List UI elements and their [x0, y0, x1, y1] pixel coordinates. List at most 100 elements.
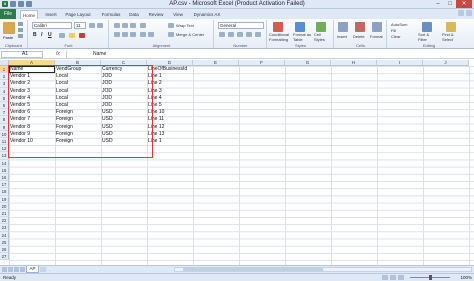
page-break-view-icon[interactable] — [398, 275, 404, 280]
insert-sheet-icon[interactable] — [40, 267, 46, 272]
tab-formulas[interactable]: Formulas — [98, 10, 124, 19]
row-header[interactable]: 20 — [0, 202, 9, 210]
borders-icon[interactable] — [59, 33, 65, 38]
cell-styles-button[interactable]: Cell Styles — [314, 32, 330, 42]
insert-button[interactable]: Insert — [337, 34, 347, 39]
next-sheet-icon[interactable] — [14, 267, 19, 272]
align-middle-icon[interactable] — [122, 23, 128, 28]
row-header[interactable]: 25 — [0, 238, 9, 246]
sort-filter-icon[interactable] — [422, 22, 432, 32]
row-header[interactable]: 15 — [0, 166, 9, 174]
zoom-level[interactable]: 100% — [460, 275, 472, 280]
worksheet[interactable]: ABCDEFGHIJ 1 2 3 4 5 6 7 8 9 10 11 12 13 14 15 16 17 18 19… — [0, 60, 474, 265]
name-box[interactable]: A1 — [1, 51, 43, 58]
italic-button[interactable]: I — [41, 32, 42, 38]
tab-data[interactable]: Data — [126, 10, 142, 19]
row-header[interactable]: 16 — [0, 174, 9, 182]
cell-styles-icon[interactable] — [316, 22, 326, 32]
conditional-formatting-button[interactable]: Conditional Formatting — [269, 32, 291, 42]
tab-page-layout[interactable]: Page Layout — [62, 10, 94, 19]
row-header[interactable]: 27 — [0, 253, 9, 261]
prev-sheet-icon[interactable] — [8, 267, 13, 272]
bold-button[interactable]: B — [33, 32, 37, 38]
increase-decimal-icon[interactable] — [246, 32, 252, 37]
conditional-formatting-icon[interactable] — [273, 22, 283, 32]
clear-button[interactable]: Clear — [391, 34, 401, 39]
autosum-button[interactable]: AutoSum — [391, 22, 407, 27]
merge-center-button[interactable]: Merge & Center — [176, 32, 204, 37]
cut-icon[interactable] — [18, 22, 23, 26]
formula-input[interactable]: Name — [66, 51, 471, 58]
shrink-font-icon[interactable] — [97, 23, 103, 28]
percent-icon[interactable] — [228, 32, 234, 37]
format-painter-icon[interactable] — [18, 34, 23, 38]
delete-cells-icon[interactable] — [355, 22, 365, 32]
comma-icon[interactable] — [237, 32, 243, 37]
help-icon[interactable] — [466, 10, 472, 16]
row-header[interactable]: 17 — [0, 181, 9, 189]
fill-color-icon[interactable] — [69, 33, 75, 38]
tab-home[interactable]: Home — [20, 10, 38, 19]
wrap-text-button[interactable]: Wrap Text — [176, 23, 194, 28]
normal-view-icon[interactable] — [382, 275, 388, 280]
align-right-icon[interactable] — [130, 32, 136, 37]
font-name-combo[interactable]: Calibri — [32, 22, 72, 29]
last-sheet-icon[interactable] — [20, 267, 25, 272]
align-top-icon[interactable] — [114, 23, 120, 28]
fx-icon[interactable]: fx — [56, 51, 60, 57]
paste-label[interactable]: Paste — [3, 35, 13, 40]
font-color-icon[interactable] — [79, 33, 85, 38]
header-cell[interactable]: LineOfBusinessId — [147, 66, 187, 73]
row-header[interactable]: 19 — [0, 195, 9, 203]
tab-dynamics-ax[interactable]: Dynamics AX — [190, 10, 224, 19]
find-select-button[interactable]: Find & Select — [442, 32, 464, 42]
tab-insert[interactable]: Insert — [42, 10, 60, 19]
fill-button[interactable]: Fill — [391, 28, 396, 33]
zoom-slider-thumb[interactable] — [429, 275, 432, 280]
decrease-indent-icon[interactable] — [140, 32, 146, 37]
first-sheet-icon[interactable] — [2, 267, 7, 272]
cells-group-label: Cells — [356, 43, 365, 48]
font-size-combo[interactable]: 11 — [74, 22, 86, 29]
increase-indent-icon[interactable] — [148, 32, 154, 37]
row-header[interactable]: 26 — [0, 246, 9, 254]
row-header[interactable]: 24 — [0, 231, 9, 239]
wrap-text-icon[interactable] — [168, 23, 174, 28]
align-center-icon[interactable] — [122, 32, 128, 37]
row-header[interactable]: 18 — [0, 188, 9, 196]
row-header[interactable]: 21 — [0, 210, 9, 218]
horizontal-scroll-thumb[interactable] — [183, 268, 323, 271]
tab-file[interactable]: File — [0, 9, 16, 19]
decrease-decimal-icon[interactable] — [255, 32, 261, 37]
copy-icon[interactable] — [18, 28, 23, 32]
minimize-icon[interactable]: – — [432, 0, 444, 8]
paste-icon[interactable] — [3, 22, 15, 34]
find-select-icon[interactable] — [446, 22, 456, 32]
tab-view[interactable]: View — [170, 10, 186, 19]
format-cells-icon[interactable] — [372, 22, 382, 32]
merge-center-icon[interactable] — [168, 32, 174, 37]
horizontal-scrollbar[interactable] — [174, 267, 472, 272]
page-layout-view-icon[interactable] — [390, 275, 396, 280]
underline-button[interactable]: U — [48, 32, 52, 38]
format-button[interactable]: Format — [370, 34, 383, 39]
sort-filter-button[interactable]: Sort & Filter — [418, 32, 438, 42]
minimize-ribbon-icon[interactable] — [458, 10, 464, 16]
row-header[interactable]: 22 — [0, 217, 9, 225]
row-header[interactable]: 23 — [0, 224, 9, 232]
format-as-table-button[interactable]: Format as Table — [293, 32, 311, 42]
format-as-table-icon[interactable] — [295, 22, 305, 32]
tab-review[interactable]: Review — [146, 10, 166, 19]
row-header[interactable]: 14 — [0, 159, 9, 167]
align-left-icon[interactable] — [114, 32, 120, 37]
insert-cells-icon[interactable] — [338, 22, 348, 32]
orientation-icon[interactable] — [140, 23, 146, 28]
delete-button[interactable]: Delete — [353, 34, 365, 39]
sheet-tab-ap[interactable]: AP — [26, 266, 39, 273]
maximize-icon[interactable]: □ — [444, 0, 456, 8]
number-format-combo[interactable]: General — [218, 22, 264, 29]
grow-font-icon[interactable] — [89, 23, 95, 28]
close-icon[interactable]: ✕ — [456, 0, 472, 8]
align-bottom-icon[interactable] — [130, 23, 136, 28]
currency-icon[interactable] — [219, 32, 225, 37]
